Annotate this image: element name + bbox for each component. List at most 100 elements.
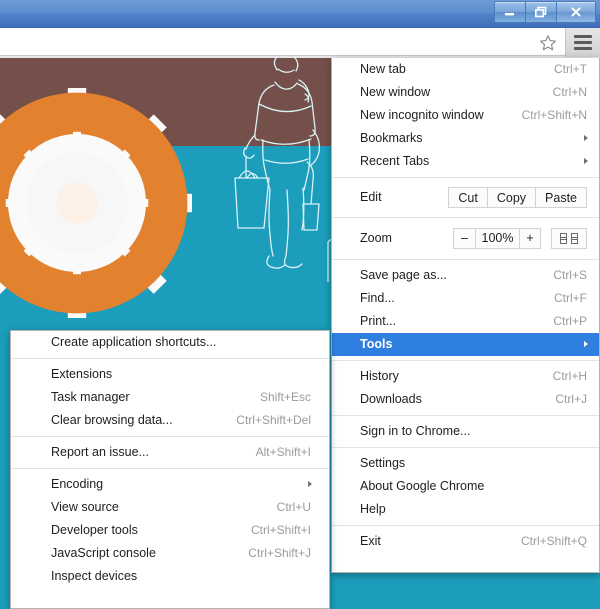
menu-accel: Ctrl+N xyxy=(553,81,587,104)
menu-item-find[interactable]: Find... Ctrl+F xyxy=(332,287,599,310)
restore-icon xyxy=(534,6,548,18)
menu-item-print[interactable]: Print... Ctrl+P xyxy=(332,310,599,333)
menu-item-downloads[interactable]: Downloads Ctrl+J xyxy=(332,388,599,411)
menu-separator xyxy=(332,525,599,526)
menu-label: Developer tools xyxy=(51,523,138,537)
menu-label: New tab xyxy=(360,62,406,76)
submenu-item-task-manager[interactable]: Task manager Shift+Esc xyxy=(11,386,329,409)
menu-separator xyxy=(332,447,599,448)
menu-item-save-page-as[interactable]: Save page as... Ctrl+S xyxy=(332,264,599,287)
menu-separator xyxy=(332,360,599,361)
chrome-menu-button[interactable] xyxy=(565,28,600,57)
close-icon xyxy=(569,6,583,18)
menu-separator xyxy=(11,468,329,469)
menu-item-new-incognito-window[interactable]: New incognito window Ctrl+Shift+N xyxy=(332,104,599,127)
submenu-item-view-source[interactable]: View source Ctrl+U xyxy=(11,496,329,519)
chrome-main-menu: New tab Ctrl+T New window Ctrl+N New inc… xyxy=(331,58,600,573)
menu-separator xyxy=(332,415,599,416)
zoom-out-button[interactable]: – xyxy=(453,228,475,249)
menu-accel: Ctrl+U xyxy=(277,496,311,519)
submenu-item-extensions[interactable]: Extensions xyxy=(11,363,329,386)
menu-label: View source xyxy=(51,500,119,514)
zoom-control-group: – 100% + xyxy=(453,228,587,249)
menu-accel: Ctrl+Shift+I xyxy=(251,519,311,542)
menu-label: Inspect devices xyxy=(51,569,137,583)
menu-accel: Ctrl+Shift+Q xyxy=(521,530,587,553)
menu-accel: Shift+Esc xyxy=(260,386,311,409)
edit-button-group: Cut Copy Paste xyxy=(448,187,587,208)
menu-label: Help xyxy=(360,502,386,516)
menu-item-exit[interactable]: Exit Ctrl+Shift+Q xyxy=(332,530,599,553)
menu-label: Encoding xyxy=(51,477,103,491)
submenu-item-inspect-devices[interactable]: Inspect devices xyxy=(11,565,329,588)
zoom-level-value: 100% xyxy=(475,228,519,249)
menu-label: Exit xyxy=(360,534,381,548)
close-button[interactable] xyxy=(556,1,596,23)
menu-label: About Google Chrome xyxy=(360,479,484,493)
menu-label: New incognito window xyxy=(360,108,484,122)
menu-accel: Ctrl+H xyxy=(553,365,587,388)
submenu-item-create-application-shortcuts[interactable]: Create application shortcuts... xyxy=(11,331,329,354)
submenu-item-report-an-issue[interactable]: Report an issue... Alt+Shift+I xyxy=(11,441,329,464)
menu-label: JavaScript console xyxy=(51,546,156,560)
window-controls xyxy=(494,1,596,23)
menu-item-sign-in-to-chrome[interactable]: Sign in to Chrome... xyxy=(332,420,599,443)
copy-button[interactable]: Copy xyxy=(487,187,535,208)
menu-label: Settings xyxy=(360,456,405,470)
zoom-in-button[interactable]: + xyxy=(519,228,541,249)
tools-submenu: Create application shortcuts... Extensio… xyxy=(10,330,330,609)
chevron-right-icon xyxy=(584,158,588,164)
menu-accel: Ctrl+J xyxy=(555,388,587,411)
address-bar-input[interactable] xyxy=(0,28,566,56)
hamburger-line xyxy=(574,41,592,44)
browser-window: H xyxy=(0,0,600,609)
fullscreen-icon xyxy=(571,237,578,244)
hamburger-line xyxy=(574,47,592,50)
chevron-right-icon xyxy=(584,341,588,347)
menu-item-bookmarks[interactable]: Bookmarks xyxy=(332,127,599,150)
menu-label: Zoom xyxy=(360,231,392,245)
menu-item-history[interactable]: History Ctrl+H xyxy=(332,365,599,388)
chevron-right-icon xyxy=(308,481,312,487)
menu-label: Clear browsing data... xyxy=(51,413,173,427)
menu-item-edit: Edit Cut Copy Paste xyxy=(332,182,599,213)
menu-accel: Ctrl+Shift+J xyxy=(248,542,311,565)
menu-label: Bookmarks xyxy=(360,131,423,145)
gear-graphic xyxy=(0,88,192,318)
menu-item-about-google-chrome[interactable]: About Google Chrome xyxy=(332,475,599,498)
bookmark-star-icon[interactable] xyxy=(538,33,558,53)
submenu-item-clear-browsing-data[interactable]: Clear browsing data... Ctrl+Shift+Del xyxy=(11,409,329,432)
menu-item-zoom: Zoom – 100% + xyxy=(332,222,599,255)
menu-label: Extensions xyxy=(51,367,112,381)
menu-accel: Ctrl+P xyxy=(553,310,587,333)
menu-label: Save page as... xyxy=(360,268,447,282)
menu-item-settings[interactable]: Settings xyxy=(332,452,599,475)
menu-item-new-tab[interactable]: New tab Ctrl+T xyxy=(332,58,599,81)
menu-label: New window xyxy=(360,85,430,99)
menu-item-recent-tabs[interactable]: Recent Tabs xyxy=(332,150,599,173)
menu-item-help[interactable]: Help xyxy=(332,498,599,521)
menu-accel: Alt+Shift+I xyxy=(256,441,311,464)
hamburger-line xyxy=(574,35,592,38)
menu-label: Tools xyxy=(360,337,392,351)
submenu-item-developer-tools[interactable]: Developer tools Ctrl+Shift+I xyxy=(11,519,329,542)
menu-separator xyxy=(332,259,599,260)
cut-button[interactable]: Cut xyxy=(448,187,486,208)
menu-label: Print... xyxy=(360,314,396,328)
fullscreen-button[interactable] xyxy=(551,228,587,249)
submenu-item-javascript-console[interactable]: JavaScript console Ctrl+Shift+J xyxy=(11,542,329,565)
menu-item-tools[interactable]: Tools xyxy=(332,333,599,356)
restore-button[interactable] xyxy=(525,1,556,23)
menu-separator xyxy=(11,436,329,437)
menu-accel: Ctrl+Shift+Del xyxy=(236,409,311,432)
menu-label: Recent Tabs xyxy=(360,154,429,168)
submenu-item-encoding[interactable]: Encoding xyxy=(11,473,329,496)
minimize-button[interactable] xyxy=(494,1,525,23)
fullscreen-icon xyxy=(560,237,567,244)
menu-label: Report an issue... xyxy=(51,445,149,459)
menu-item-new-window[interactable]: New window Ctrl+N xyxy=(332,81,599,104)
menu-label: Downloads xyxy=(360,392,422,406)
minimize-icon xyxy=(503,7,517,17)
browser-toolbar xyxy=(0,28,600,59)
paste-button[interactable]: Paste xyxy=(535,187,587,208)
